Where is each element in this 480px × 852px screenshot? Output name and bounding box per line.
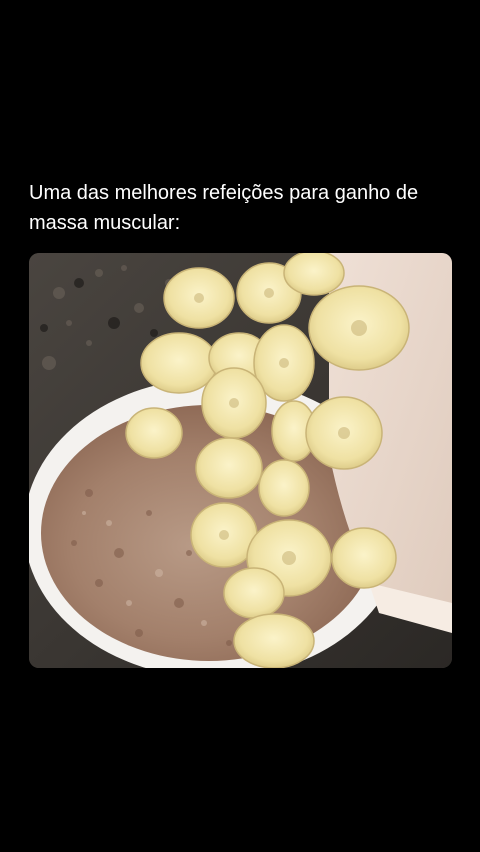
post-caption: Uma das melhores refeições para ganho de… [29, 182, 419, 234]
post-image[interactable] [29, 253, 452, 668]
oats-banana-photo [29, 253, 452, 668]
